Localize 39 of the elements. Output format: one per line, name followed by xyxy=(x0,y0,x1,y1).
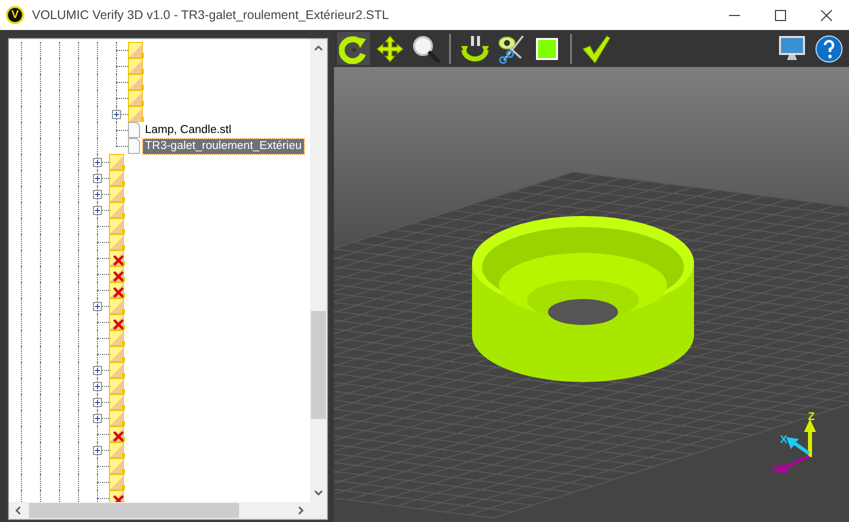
help-icon xyxy=(814,34,844,64)
file-name[interactable]: Lamp, Candle.stl xyxy=(143,122,234,138)
scroll-left-icon[interactable] xyxy=(15,506,21,515)
scroll-up-icon[interactable] xyxy=(314,45,323,51)
expand-icon[interactable] xyxy=(112,110,121,119)
app-logo: V xyxy=(6,6,24,24)
maximize-icon xyxy=(774,10,786,20)
file-name[interactable]: TR3-galet_roulement_Extérieu xyxy=(143,138,304,154)
file-icon xyxy=(128,122,140,138)
file-icon xyxy=(128,138,140,154)
expand-icon[interactable] xyxy=(93,414,102,423)
scroll-thumb[interactable] xyxy=(311,311,326,419)
magnifier-icon xyxy=(410,34,440,64)
expand-icon[interactable] xyxy=(93,206,102,215)
rotate-icon xyxy=(338,34,368,64)
3d-viewport[interactable]: Z X Y xyxy=(334,67,849,522)
expand-icon[interactable] xyxy=(93,366,102,375)
axis-label: X xyxy=(780,435,788,446)
axis-label: Y xyxy=(771,464,778,475)
scroll-right-icon[interactable] xyxy=(298,506,304,515)
pause-rotate-icon xyxy=(460,34,490,64)
close-icon xyxy=(820,10,832,20)
expand-icon[interactable] xyxy=(93,190,102,199)
rotate-button[interactable] xyxy=(337,32,370,65)
checkmark-icon xyxy=(580,34,610,64)
axis-label: Z xyxy=(808,412,815,423)
expand-icon[interactable] xyxy=(93,446,102,455)
expand-icon[interactable] xyxy=(93,158,102,167)
scroll-down-icon[interactable] xyxy=(314,490,323,496)
expand-icon[interactable] xyxy=(93,302,102,311)
expand-icon[interactable] xyxy=(93,382,102,391)
move-arrows-icon xyxy=(374,34,404,64)
eye-scissors-icon xyxy=(496,34,526,64)
scroll-thumb[interactable] xyxy=(29,503,239,518)
expand-icon[interactable] xyxy=(93,398,102,407)
vertical-scrollbar[interactable] xyxy=(310,39,327,502)
horizontal-scrollbar[interactable] xyxy=(9,502,310,519)
window-title: VOLUMIC Verify 3D v1.0 - TR3-galet_roulement_Extérieur2.STL xyxy=(32,8,390,22)
expand-icon[interactable] xyxy=(93,174,102,183)
